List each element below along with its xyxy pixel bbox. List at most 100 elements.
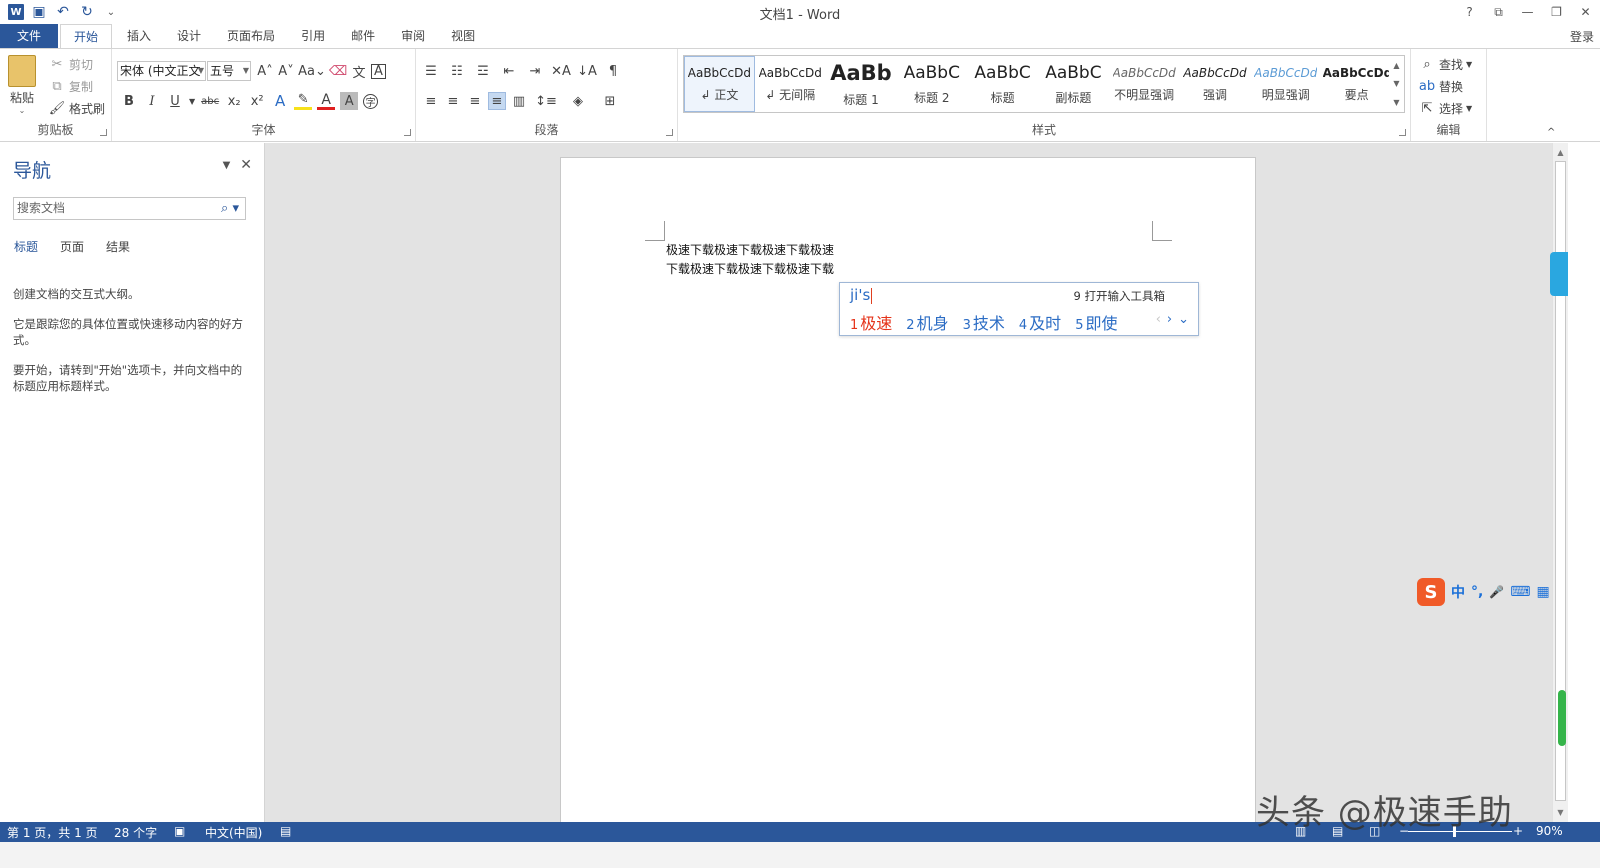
proofing-icon[interactable]: ▣ — [174, 824, 185, 838]
style-subtitle[interactable]: AaBbC 副标题 — [1038, 56, 1109, 112]
char-border-icon[interactable]: A — [371, 63, 386, 79]
tab-view[interactable]: 视图 — [438, 24, 488, 48]
customize-qat-button[interactable]: ⌄ — [102, 3, 120, 21]
macro-icon[interactable]: ▤ — [280, 824, 291, 838]
collapse-ribbon-icon[interactable]: ^ — [1547, 127, 1555, 138]
side-panel-toggle-icon[interactable] — [1550, 252, 1568, 296]
asian-layout-icon[interactable]: ✕A — [551, 62, 571, 80]
word-count[interactable]: 28 个字 — [114, 824, 157, 841]
distributed-icon[interactable]: ▥ — [510, 92, 528, 110]
microphone-icon[interactable]: 🎤 — [1489, 585, 1504, 599]
clear-format-icon[interactable]: ⌫ — [329, 62, 347, 80]
superscript-button[interactable]: x² — [248, 92, 266, 110]
style-intense-emphasis[interactable]: AaBbCcDd 明显强调 — [1250, 56, 1321, 112]
highlight-icon[interactable]: ✎ — [294, 92, 313, 110]
style-strong[interactable]: AaBbCcDd 要点 — [1321, 56, 1392, 112]
tab-review[interactable]: 审阅 — [388, 24, 438, 48]
ime-candidate[interactable]: 4 及时 — [1019, 310, 1061, 334]
text-effects-icon[interactable]: A — [271, 92, 289, 110]
tab-layout[interactable]: 页面布局 — [214, 24, 288, 48]
format-painter-button[interactable]: 🖌 格式刷 — [48, 99, 105, 117]
nav-close-icon[interactable]: ✕ — [240, 157, 252, 173]
tab-mailings[interactable]: 邮件 — [338, 24, 388, 48]
paste-button[interactable]: 粘贴 ⌄ — [8, 55, 36, 115]
ime-next-icon[interactable]: › — [1167, 312, 1172, 327]
chevron-down-icon[interactable]: ▼ — [1393, 79, 1399, 88]
shrink-font-icon[interactable]: A˅ — [277, 62, 295, 80]
style-title[interactable]: AaBbC 标题 — [967, 56, 1038, 112]
toolbox-grid-icon[interactable]: ▦ — [1537, 584, 1550, 600]
paragraph-launcher[interactable] — [666, 129, 673, 136]
numbering-icon[interactable]: ☷ — [448, 62, 466, 80]
decrease-indent-icon[interactable]: ⇤ — [500, 62, 518, 80]
redo-button[interactable]: ↻ — [78, 3, 96, 21]
nav-tab-pages[interactable]: 页面 — [60, 238, 84, 255]
nav-search-input[interactable]: 搜索文档 ⌕ ▾ — [13, 197, 246, 220]
ime-toolbox-button[interactable]: 9 打开输入工具箱 — [1074, 288, 1165, 304]
ime-candidate[interactable]: 1 极速 — [850, 310, 892, 334]
underline-dropdown-icon[interactable]: ▼ — [189, 97, 195, 106]
language-indicator[interactable]: 中文(中国) — [205, 824, 262, 841]
help-button[interactable]: ? — [1455, 0, 1484, 24]
document-body[interactable]: 极速下载极速下载极速下载极速 下载极速下载极速下载极速下载 — [666, 241, 846, 279]
align-right-icon[interactable]: ≡ — [466, 92, 484, 110]
borders-icon[interactable]: ⊞ — [596, 92, 624, 110]
italic-button[interactable]: I — [143, 92, 161, 110]
multilevel-list-icon[interactable]: ☲ — [474, 62, 492, 80]
phonetic-guide-icon[interactable]: 文 — [350, 62, 368, 81]
zoom-level[interactable]: 90% — [1536, 824, 1563, 838]
increase-indent-icon[interactable]: ⇥ — [526, 62, 544, 80]
punctuation-icon[interactable]: °, — [1471, 584, 1483, 600]
nav-options-icon[interactable]: ▼ — [223, 160, 231, 173]
search-icon[interactable]: ⌕ ▾ — [221, 198, 239, 219]
enclose-char-icon[interactable]: 字 — [363, 93, 379, 109]
tab-design[interactable]: 设计 — [164, 24, 214, 48]
tab-home[interactable]: 开始 — [60, 24, 113, 49]
clipboard-launcher[interactable] — [100, 129, 107, 136]
minimize-button[interactable]: — — [1513, 0, 1542, 24]
style-heading-1[interactable]: AaBb 标题 1 — [826, 56, 897, 112]
page-count[interactable]: 第 1 页，共 1 页 — [7, 824, 98, 841]
style-normal[interactable]: AaBbCcDd ↲ 正文 — [684, 56, 755, 112]
save-icon[interactable]: ▣ — [30, 3, 48, 21]
more-styles-icon[interactable]: ▼ — [1393, 98, 1399, 107]
sort-icon[interactable]: ↓A — [577, 62, 597, 80]
font-launcher[interactable] — [404, 129, 411, 136]
char-shading-icon[interactable]: A — [340, 92, 359, 110]
cut-button[interactable]: ✂ 剪切 — [48, 55, 93, 73]
show-marks-icon[interactable]: ¶ — [604, 62, 622, 80]
align-center-icon[interactable]: ≡ — [444, 92, 462, 110]
style-heading-2[interactable]: AaBbC 标题 2 — [896, 56, 967, 112]
select-button[interactable]: ⇱ 选择 ▼ — [1418, 99, 1473, 117]
zoom-in-icon[interactable]: + — [1513, 824, 1523, 838]
ime-candidate[interactable]: 3 技术 — [963, 310, 1005, 334]
replace-button[interactable]: ab 替换 — [1418, 77, 1463, 95]
nav-tab-results[interactable]: 结果 — [106, 238, 130, 255]
restore-button[interactable]: ❐ — [1542, 0, 1571, 24]
underline-button[interactable]: U — [166, 92, 184, 110]
font-color-icon[interactable]: A — [317, 92, 336, 110]
subscript-button[interactable]: x₂ — [225, 92, 243, 110]
font-size-combo[interactable]: 五号 ▼ — [207, 61, 251, 81]
justify-icon[interactable]: ≡ — [488, 92, 506, 110]
login-link[interactable]: 登录 — [1570, 28, 1594, 45]
shading-icon[interactable]: ◈ — [564, 92, 592, 110]
nav-tab-headings[interactable]: 标题 — [14, 238, 38, 255]
ribbon-display-options-button[interactable]: ⧉ — [1484, 0, 1513, 24]
ime-mode-toggle[interactable]: 中 — [1451, 582, 1465, 602]
bullets-icon[interactable]: ☰ — [422, 62, 440, 80]
tab-insert[interactable]: 插入 — [114, 24, 164, 48]
scroll-down-icon[interactable]: ▼ — [1553, 805, 1568, 820]
style-no-spacing[interactable]: AaBbCcDd ↲ 无间隔 — [755, 56, 826, 112]
strikethrough-button[interactable]: abc — [200, 92, 220, 110]
ime-prev-icon[interactable]: ‹ — [1156, 312, 1161, 327]
align-left-icon[interactable]: ≡ — [422, 92, 440, 110]
font-name-combo[interactable]: 宋体 (中文正文 ▼ — [117, 61, 206, 81]
styles-launcher[interactable] — [1399, 129, 1406, 136]
grow-font-icon[interactable]: A˄ — [256, 62, 274, 80]
bold-button[interactable]: B — [120, 92, 138, 110]
ime-expand-icon[interactable]: ⌄ — [1178, 312, 1189, 327]
document-page[interactable]: 极速下载极速下载极速下载极速 下载极速下载极速下载极速下载 — [560, 157, 1256, 827]
line-spacing-icon[interactable]: ↕≡ — [532, 92, 560, 110]
ime-candidate[interactable]: 2 机身 — [906, 310, 948, 334]
